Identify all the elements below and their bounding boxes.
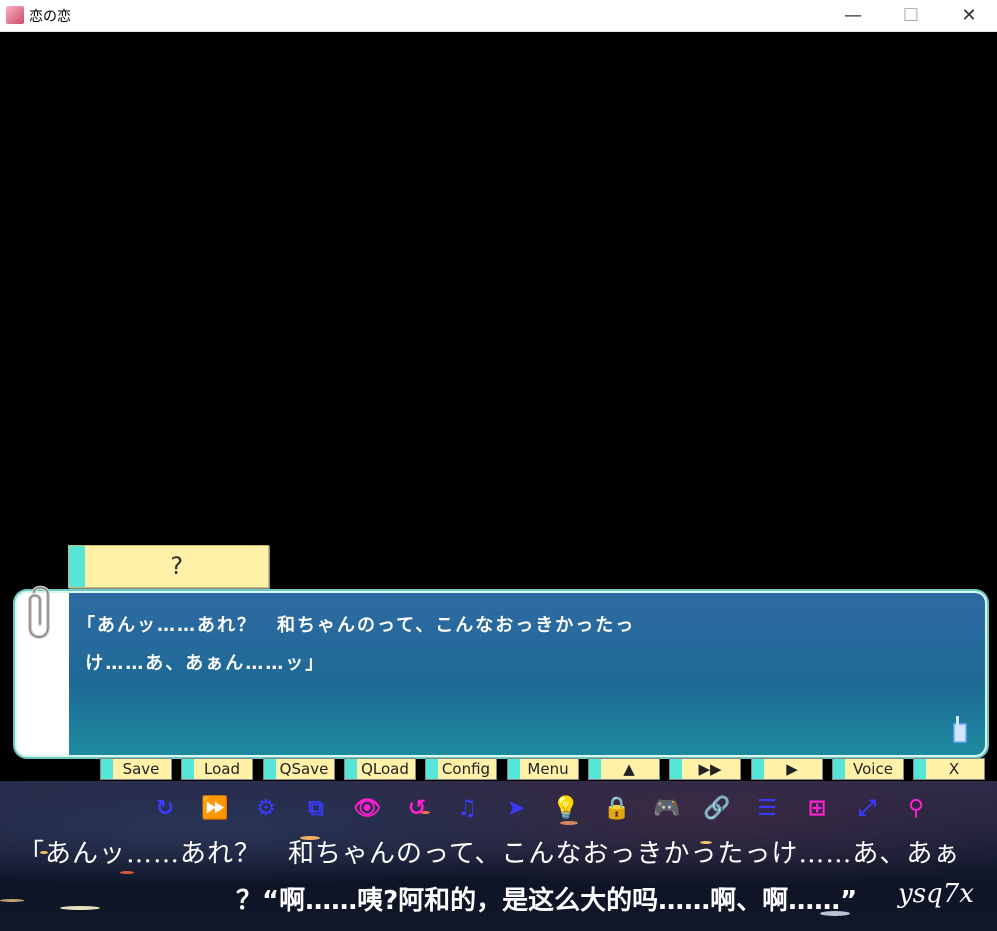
lock-icon[interactable]: 🔒 bbox=[602, 793, 632, 823]
music-icon[interactable]: ♫ bbox=[452, 793, 482, 823]
gamepad-icon[interactable]: 🎮 bbox=[652, 793, 682, 823]
skip-button[interactable]: ▶▶ bbox=[669, 758, 741, 780]
save-button[interactable]: Save bbox=[100, 758, 172, 780]
gear-icon[interactable]: ⚙ bbox=[251, 793, 281, 823]
maximize-button[interactable]: ☐ bbox=[882, 0, 940, 31]
close-button[interactable]: ✕ bbox=[940, 0, 997, 31]
list-icon[interactable]: ☰ bbox=[752, 793, 782, 823]
menu-button[interactable]: Menu bbox=[507, 758, 579, 780]
quick-load-button[interactable]: QLoad bbox=[344, 758, 416, 780]
window-titlebar: 恋の恋 — ☐ ✕ bbox=[0, 0, 997, 32]
bulb-icon[interactable]: 💡 bbox=[551, 793, 581, 823]
skip-icon[interactable]: ⏩ bbox=[200, 793, 230, 823]
pin-icon[interactable]: ⚲ bbox=[901, 793, 931, 823]
dialogue-line-2: け……あ、あぁん……ッ」 bbox=[77, 653, 326, 674]
subtitle-japanese: 「あんッ……あれ？ 和ちゃんのって、こんなおっきかったっけ……あ、あぁ bbox=[18, 839, 961, 869]
subtitle-chinese: ？“啊……咦?阿和的，是这么大的吗……啊、啊……” bbox=[236, 886, 858, 916]
windows-icon[interactable]: ⊞ bbox=[802, 793, 832, 823]
app-icon bbox=[6, 6, 24, 24]
copy-icon[interactable]: ⧉ bbox=[301, 793, 331, 823]
speaker-name: ? bbox=[169, 552, 184, 580]
auto-button[interactable]: ▶ bbox=[751, 758, 823, 780]
window-title: 恋の恋 bbox=[29, 9, 71, 25]
undo-icon[interactable]: ↺ bbox=[402, 793, 432, 823]
config-button[interactable]: Config bbox=[425, 758, 497, 780]
translator-signature: ysq7x bbox=[898, 879, 974, 909]
speaker-namebox: ? bbox=[68, 545, 269, 588]
load-button[interactable]: Load bbox=[181, 758, 253, 780]
paperclip-icon bbox=[28, 585, 50, 639]
expand-icon[interactable]: ⤢ bbox=[852, 793, 882, 823]
backlog-button[interactable]: ▲ bbox=[588, 758, 660, 780]
voice-button[interactable]: Voice bbox=[832, 758, 904, 780]
quick-save-button[interactable]: QSave bbox=[263, 758, 335, 780]
refresh-icon[interactable]: ↻ bbox=[150, 793, 180, 823]
pointer-icon[interactable]: ➤ bbox=[501, 793, 531, 823]
dialogue-text: 「あんッ……あれ？ 和ちゃんのって、こんなおっきかったっ け……あ、あぁん……ッ… bbox=[77, 607, 677, 683]
dialogue-line-1: 「あんッ……あれ？ 和ちゃんのって、こんなおっきかったっ bbox=[77, 615, 636, 636]
link-icon[interactable]: 🔗 bbox=[702, 793, 732, 823]
page-wait-icon bbox=[953, 716, 967, 743]
namebox-accent bbox=[69, 546, 85, 587]
minimize-button[interactable]: — bbox=[824, 0, 882, 31]
eye-icon[interactable]: 👁 bbox=[352, 793, 382, 823]
hide-window-button[interactable]: X bbox=[913, 758, 985, 780]
